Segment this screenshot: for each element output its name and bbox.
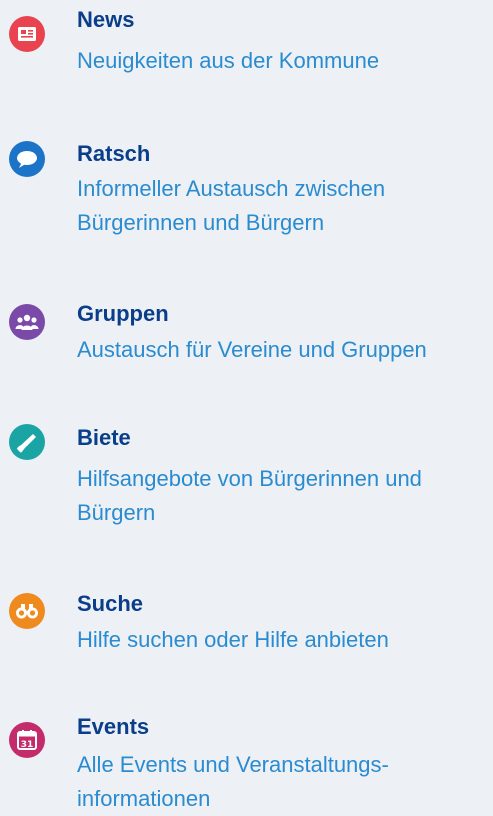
menu-item-title: Events bbox=[77, 714, 150, 739]
group-icon bbox=[9, 304, 45, 340]
menu-item-title: News bbox=[77, 7, 135, 32]
menu-item-events[interactable]: 31 Events Alle Events und Veranstaltungs… bbox=[0, 714, 493, 814]
menu-item-description: Hilfe suchen oder Hilfe anbieten bbox=[77, 627, 389, 652]
menu-item-description: Neuigkeiten aus der Kommune bbox=[77, 48, 380, 73]
menu-item-news[interactable]: News Neuigkeiten aus der Kommune bbox=[0, 0, 493, 90]
menu-item-description: Austausch für Vereine und Gruppen bbox=[77, 337, 427, 362]
menu-item-description: Informeller Austausch zwischen Bürgerinn… bbox=[77, 176, 386, 235]
menu-item-ratsch[interactable]: Ratsch Informeller Austausch zwischen Bü… bbox=[0, 130, 493, 260]
chat-bubble-icon bbox=[9, 141, 45, 177]
menu-item-title: Gruppen bbox=[77, 301, 169, 326]
binoculars-icon bbox=[9, 593, 45, 629]
menu-item-gruppen[interactable]: Gruppen Austausch für Vereine und Gruppe… bbox=[0, 295, 493, 385]
saw-icon bbox=[9, 424, 45, 460]
calendar-day-label: 31 bbox=[21, 740, 34, 750]
menu-item-title: Suche bbox=[77, 591, 144, 616]
menu-item-description: Alle Events und Veranstaltungs-informati… bbox=[77, 752, 389, 811]
menu-item-title: Biete bbox=[77, 425, 131, 450]
menu-item-biete[interactable]: Biete Hilfsangebote von Bürgerinnen und … bbox=[0, 420, 493, 545]
calendar-icon: 31 bbox=[9, 722, 45, 758]
menu-item-title: Ratsch bbox=[77, 141, 151, 166]
newspaper-icon bbox=[9, 16, 45, 52]
menu-item-suche[interactable]: Suche Hilfe suchen oder Hilfe anbieten bbox=[0, 585, 493, 675]
menu-item-description: Hilfsangebote von Bürgerinnen und Bürger… bbox=[77, 466, 422, 525]
